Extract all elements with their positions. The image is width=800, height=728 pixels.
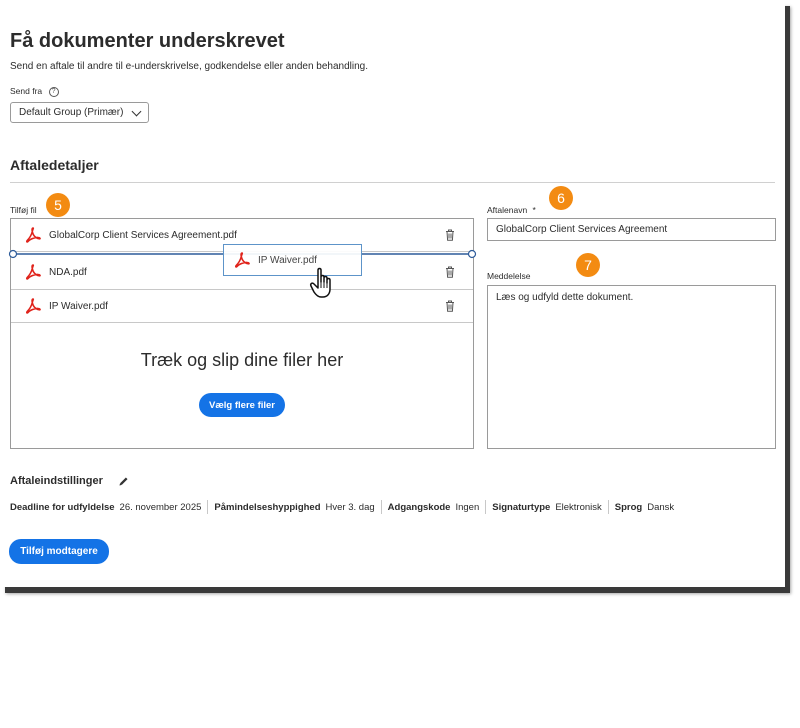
setting-value: Elektronisk (555, 501, 602, 513)
callout-badge-7: 7 (576, 253, 600, 277)
settings-heading: Aftaleindstillinger (10, 475, 103, 487)
chevron-down-icon (131, 106, 142, 116)
setting-key: Sprog (614, 501, 643, 513)
hand-grab-cursor-icon (310, 267, 331, 298)
setting-value: Hver 3. dag (325, 501, 375, 513)
pencil-icon[interactable] (118, 476, 129, 487)
agreement-name-input[interactable]: GlobalCorp Client Services Agreement (487, 218, 776, 241)
section-divider (10, 182, 775, 183)
drag-ghost-name: IP Waiver.pdf (258, 254, 317, 266)
question-circle-icon[interactable]: ? (48, 86, 59, 97)
adobe-pdf-icon (26, 227, 41, 243)
app-window: Få dokumenter underskrevet Send en aftal… (0, 0, 785, 587)
file-name: GlobalCorp Client Services Agreement.pdf (49, 229, 237, 241)
settings-summary: Deadline for udfyldelse 26. november 202… (10, 500, 674, 514)
trash-icon[interactable] (445, 300, 455, 312)
choose-more-files-button[interactable]: Vælg flere filer (199, 393, 285, 417)
message-textarea[interactable]: Læs og udfyld dette dokument. (487, 285, 776, 449)
setting-value: 26. november 2025 (119, 501, 202, 513)
setting-separator (607, 500, 609, 514)
send-from-selected-value: Default Group (Primær) (19, 107, 124, 118)
file-name: IP Waiver.pdf (49, 300, 108, 312)
trash-icon[interactable] (445, 229, 455, 241)
agreement-name-label: Aftalenavn (487, 205, 528, 215)
drag-ghost-file[interactable]: IP Waiver.pdf (223, 244, 362, 276)
setting-key: Adgangskode (387, 501, 451, 513)
setting-key: Påmindelseshyppighed (214, 501, 321, 513)
setting-separator (380, 500, 382, 514)
message-label: Meddelelse (487, 271, 531, 281)
setting-value: Ingen (455, 501, 480, 513)
setting-key: Signaturtype (492, 501, 551, 513)
add-file-label: Tilføj fil (10, 205, 37, 215)
drop-zone-text: Træk og slip dine filer her (140, 350, 344, 370)
callout-badge-5: 5 (46, 193, 70, 217)
callout-badge-6: 6 (549, 186, 573, 210)
agreement-name-label-row: Aftalenavn * (487, 205, 536, 215)
settings-heading-row: Aftaleindstillinger (10, 475, 129, 487)
file-row[interactable]: IP Waiver.pdf (11, 290, 473, 323)
adobe-pdf-icon (26, 264, 41, 280)
message-value: Læs og udfyld dette dokument. (496, 292, 634, 303)
setting-key: Deadline for udfyldelse (10, 501, 115, 513)
send-from-label: Send fra (10, 86, 43, 96)
agreement-name-value: GlobalCorp Client Services Agreement (496, 224, 668, 235)
adobe-pdf-icon (235, 252, 250, 268)
setting-separator (485, 500, 487, 514)
page-subtitle: Send en aftale til andre til e-underskri… (10, 61, 369, 72)
send-from-select[interactable]: Default Group (Primær) (10, 102, 149, 123)
trash-icon[interactable] (445, 266, 455, 278)
send-from-label-row: Send fra ? (10, 86, 59, 97)
add-recipients-button[interactable]: Tilføj modtagere (9, 539, 109, 564)
required-asterisk: * (532, 205, 536, 215)
file-name: NDA.pdf (49, 266, 87, 278)
setting-value: Dansk (647, 501, 675, 513)
page-title: Få dokumenter underskrevet (10, 30, 285, 52)
adobe-pdf-icon (26, 298, 41, 314)
details-heading: Aftaledetaljer (10, 157, 99, 173)
setting-separator (207, 500, 209, 514)
